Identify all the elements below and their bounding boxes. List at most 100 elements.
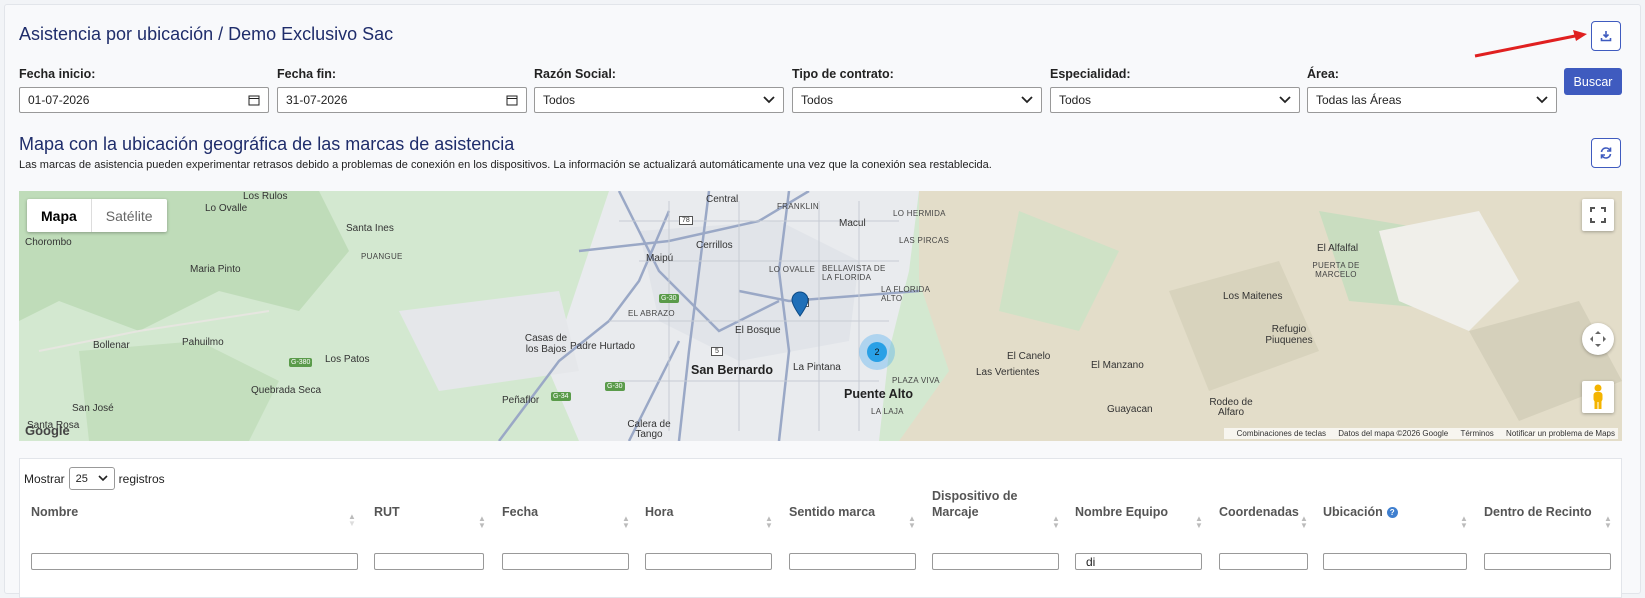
sort-icon: ▲ ▼ <box>478 514 486 530</box>
place-label: Macul <box>839 218 866 229</box>
place-label: El Bosque <box>735 325 781 336</box>
map-footer-text: Datos del mapa ©2026 Google <box>1338 429 1449 438</box>
download-icon <box>1600 31 1612 42</box>
refresh-icon <box>1600 147 1612 159</box>
place-label: PLAZA VIVA <box>892 376 940 385</box>
place-label: LAS PIRCAS <box>899 236 950 245</box>
marker-cluster[interactable]: 2 <box>859 334 895 370</box>
place-label: El Alfalfal <box>1317 243 1359 254</box>
road-shield: G-380 <box>289 358 313 367</box>
place-label: LO HERMIDA <box>893 209 946 218</box>
search-button[interactable]: Buscar <box>1564 68 1622 95</box>
location-marker-icon[interactable] <box>791 291 809 317</box>
filter-label: Razón Social: <box>534 67 616 81</box>
column-header-sentido[interactable]: Sentido marca <box>789 505 875 519</box>
place-label: La Pintana <box>793 362 841 373</box>
map-footer: Combinaciones de teclas Datos del mapa ©… <box>1223 428 1618 439</box>
filter-input-ubicacion[interactable] <box>1323 553 1467 570</box>
field-value: 01-07-2026 <box>28 93 90 107</box>
road-shield: G-30 <box>659 294 679 303</box>
chevron-down-icon <box>763 96 775 104</box>
place-label: Cerrillos <box>696 240 733 251</box>
filter-label: Especialidad: <box>1050 67 1131 81</box>
place-label: El Manzano <box>1091 360 1144 371</box>
place-label: EL ABRAZO <box>628 309 675 318</box>
place-label: Los Rulos <box>243 191 288 202</box>
sort-icon: ▲ ▼ <box>1460 514 1468 530</box>
filter-area: Área: Todas las Áreas <box>1307 67 1557 113</box>
filter-input-fecha[interactable] <box>502 553 629 570</box>
place-label: Calera de Tango <box>627 419 671 440</box>
map-footer-link[interactable]: Términos <box>1460 429 1493 438</box>
sort-icon: ▲ ▼ <box>1052 514 1060 530</box>
records-table: Mostrar 25 registros <box>19 458 1622 598</box>
date-start-input[interactable]: 01-07-2026 <box>19 87 269 113</box>
place-label: Puente Alto <box>844 387 913 401</box>
filter-especialidad: Especialidad: Todos <box>1050 67 1300 113</box>
fullscreen-button[interactable] <box>1582 199 1614 231</box>
column-header-fecha[interactable]: Fecha <box>502 505 538 519</box>
filter-fecha-fin: Fecha fin: 31-07-2026 <box>277 67 527 113</box>
filter-input-coordenadas[interactable] <box>1219 553 1308 570</box>
show-label: Mostrar <box>24 471 65 486</box>
map-title: Mapa con la ubicación geográfica de las … <box>19 134 515 154</box>
filter-input-equipo[interactable]: di <box>1075 553 1202 570</box>
map-type-control: Mapa Satélite <box>27 199 167 232</box>
map-type-satelite[interactable]: Satélite <box>90 199 167 232</box>
map-pan-control[interactable] <box>1582 323 1614 355</box>
razon-social-select[interactable]: Todos <box>534 87 784 113</box>
date-end-input[interactable]: 31-07-2026 <box>277 87 527 113</box>
column-header-ubicacion[interactable]: Ubicación ? <box>1323 505 1398 519</box>
place-label: Guayacan <box>1107 404 1153 415</box>
place-label: PUERTA DE MARCELO <box>1312 261 1360 279</box>
place-label: San José <box>72 403 114 414</box>
especialidad-select[interactable]: Todos <box>1050 87 1300 113</box>
column-header-dispositivo[interactable]: Dispositivo de Marcaje <box>932 488 1042 520</box>
refresh-button[interactable] <box>1591 138 1621 168</box>
column-header-nombre[interactable]: Nombre <box>31 505 78 519</box>
column-header-label: Ubicación <box>1323 505 1383 519</box>
export-button[interactable] <box>1591 21 1621 51</box>
place-label: Peñaflor <box>502 395 540 406</box>
place-label: Los Patos <box>325 354 370 365</box>
place-label: Pahuilmo <box>182 337 224 348</box>
place-label: LA FLORIDA ALTO <box>881 285 930 303</box>
filter-label: Fecha inicio: <box>19 67 96 81</box>
records-label: registros <box>118 471 165 486</box>
column-header-coordenadas[interactable]: Coordenadas <box>1219 505 1299 519</box>
page-size-value: 25 <box>75 472 88 485</box>
filter-input-sentido[interactable] <box>789 553 916 570</box>
road-shield: G-30 <box>605 382 625 391</box>
filter-input-hora[interactable] <box>645 553 772 570</box>
place-label: Rodeo de Alfaro <box>1209 397 1253 418</box>
place-label: El Canelo <box>1007 351 1051 362</box>
chevron-down-icon <box>1536 96 1548 104</box>
column-header-equipo[interactable]: Nombre Equipo <box>1075 505 1168 519</box>
place-label: Central <box>706 194 739 205</box>
area-select[interactable]: Todas las Áreas <box>1307 87 1557 113</box>
street-view-button[interactable] <box>1582 381 1614 413</box>
map-type-mapa[interactable]: Mapa <box>27 199 91 232</box>
map-footer-link[interactable]: Notificar un problema de Maps <box>1506 429 1615 438</box>
help-icon[interactable]: ? <box>1386 506 1398 518</box>
place-label: Padre Hurtado <box>570 341 636 352</box>
filter-input-recinto[interactable] <box>1484 553 1611 570</box>
column-header-rut[interactable]: RUT <box>374 505 400 519</box>
filter-input-dispositivo[interactable] <box>932 553 1059 570</box>
filter-input-nombre[interactable] <box>31 553 358 570</box>
filter-fecha-inicio: Fecha inicio: 01-07-2026 <box>19 67 269 113</box>
field-value: 31-07-2026 <box>286 93 348 107</box>
filter-input-rut[interactable] <box>374 553 484 570</box>
column-header-recinto[interactable]: Dentro de Recinto <box>1484 505 1592 519</box>
fullscreen-icon <box>1590 207 1606 223</box>
road-shield: 5 <box>711 347 723 356</box>
attendance-map[interactable]: Mapa Satélite Los Rulos Lo Ovalle Chorom… <box>19 191 1622 441</box>
column-header-hora[interactable]: Hora <box>645 505 673 519</box>
map-footer-link[interactable]: Combinaciones de teclas <box>1237 429 1326 438</box>
map-terrain <box>19 191 1622 441</box>
sort-icon: ▲ ▼ <box>765 514 773 530</box>
page-size-select[interactable]: 25 <box>68 467 115 490</box>
field-value: Todos <box>1059 93 1092 107</box>
tipo-contrato-select[interactable]: Todos <box>792 87 1042 113</box>
filter-label: Tipo de contrato: <box>792 67 894 81</box>
